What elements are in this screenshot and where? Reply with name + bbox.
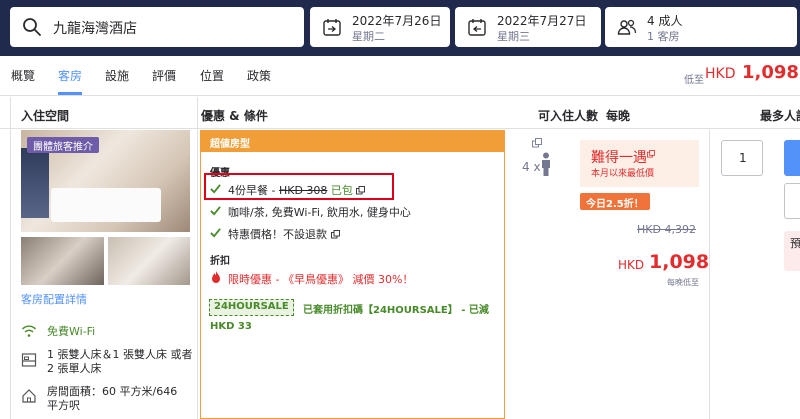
photo-window <box>21 148 49 218</box>
person-icon <box>542 152 550 176</box>
checkin-field[interactable]: 2022年7月26日 星期二 <box>310 7 450 47</box>
flame-icon <box>212 271 220 283</box>
header-price-value: 1,098 <box>742 62 799 83</box>
price-value: 1,098 <box>649 251 710 273</box>
calendar-checkin-icon <box>323 19 341 36</box>
header-price: 每晚 <box>606 109 631 123</box>
room-size-line2: 平方呎 <box>47 399 80 412</box>
nonrefundable-benefit: 特惠價格！不設退款 <box>228 226 340 242</box>
coupon-code-badge: 24HOURSALE <box>209 299 294 316</box>
copy-icon <box>532 138 542 148</box>
active-tab-indicator <box>58 92 82 95</box>
guests-count: 4 成人 <box>647 14 683 28</box>
wifi-icon <box>21 325 37 337</box>
per-night-label: 每晚低至 <box>667 278 699 287</box>
guests-field[interactable]: 4 成人 1 客房 <box>605 7 797 47</box>
room-details-link[interactable]: 客房配置詳情 <box>21 291 87 307</box>
bed-config-line1: 1 張雙人床＆1 張雙人床 或者 <box>47 348 193 361</box>
tab-reviews[interactable]: 評價 <box>152 67 176 84</box>
deal-header-label: 超値房型 <box>210 139 250 150</box>
room-quantity-value: 1 <box>739 151 747 165</box>
header-deal: 優惠 & 條件 <box>201 109 268 123</box>
tab-rooms[interactable]: 客房 <box>58 67 82 84</box>
header-price-currency: HKD <box>705 66 736 82</box>
bed-icon <box>21 353 37 367</box>
col-divider <box>709 130 710 419</box>
early-bird-promo: 限時優惠 - 《早鳥優惠》 減價 30%！ <box>228 273 414 286</box>
nonrefundable-label: 特惠價格！不設退款 <box>228 228 327 241</box>
header-room: 入住空間 <box>21 109 70 123</box>
room-table-header: 入住空間 優惠 & 條件 可入住人數 每晚 最多人記 <box>0 97 800 129</box>
amenities-benefit: 咖啡/茶, 免費Wi-Fi, 飲用水, 健身中心 <box>228 206 411 219</box>
destination-value: 九龍海灣酒店 <box>53 21 137 37</box>
room-photo-thumb[interactable] <box>21 237 104 285</box>
header-occupancy: 可入住人數 <box>538 109 599 123</box>
price-currency: HKD <box>618 258 645 272</box>
col-divider <box>197 97 198 419</box>
discount-title: 折扣 <box>210 256 230 267</box>
highlight-box <box>204 173 394 200</box>
header-max: 最多人記 <box>760 109 800 123</box>
room-quantity-select[interactable]: 1 <box>721 140 763 176</box>
guests-icon <box>617 19 637 35</box>
property-tabs: 概覽 客房 設施 評價 位置 政策 低至 HKD 1,098 <box>0 56 800 96</box>
tab-overview[interactable]: 概覽 <box>11 67 35 84</box>
secondary-button[interactable] <box>784 183 800 219</box>
group-recommend-badge: 團體旅客推介 <box>27 137 99 153</box>
rare-deal-title: 難得一遇 <box>591 150 647 166</box>
room-size-line1: 房間面積：60 平方米/646 <box>47 385 178 398</box>
destination-field[interactable]: 九龍海灣酒店 <box>10 7 304 47</box>
search-icon <box>23 18 41 36</box>
original-price: HKD 4,392 <box>637 223 696 236</box>
checkout-day: 星期三 <box>497 30 530 43</box>
room-size-icon <box>22 389 36 403</box>
coupon-applied-text: 已套用折扣碼【24HOURSALE】 - 已減 <box>303 305 489 316</box>
wifi-label: 免費Wi-Fi <box>47 325 96 338</box>
photo-bed <box>51 188 161 222</box>
checkin-day: 星期二 <box>352 30 385 43</box>
col-divider <box>10 97 11 419</box>
room-photo-thumb[interactable] <box>108 237 190 285</box>
check-icon <box>210 228 221 238</box>
rooms-count: 1 客房 <box>647 30 680 43</box>
calendar-checkout-icon <box>468 19 486 36</box>
discount-badge: 今日2.5折！ <box>580 193 650 210</box>
checkin-date: 2022年7月26日 <box>352 14 442 28</box>
deal-header: 超値房型 <box>200 130 505 152</box>
external-link-icon[interactable] <box>330 230 340 239</box>
occupancy-count: 4 x <box>522 160 541 174</box>
checkout-field[interactable]: 2022年7月27日 星期三 <box>455 7 601 47</box>
checkout-date: 2022年7月27日 <box>497 14 587 28</box>
rare-deal-subtitle: 本月以來最低價 <box>591 169 655 179</box>
check-icon <box>210 206 221 216</box>
external-link-icon[interactable] <box>647 150 655 158</box>
coupon-amount: HKD 33 <box>210 321 252 332</box>
tab-policies[interactable]: 政策 <box>247 67 271 84</box>
search-bar: 九龍海灣酒店 2022年7月26日 星期二 2022年7月27日 星期三 4 成… <box>0 0 800 56</box>
bed-config-line2: 2 張單人床 <box>47 362 102 375</box>
book-button[interactable] <box>784 140 800 176</box>
tab-facilities[interactable]: 設施 <box>105 67 129 84</box>
price-prefix: 低至 <box>684 75 704 86</box>
tab-location[interactable]: 位置 <box>200 67 224 84</box>
reserve-notice-char: 預 <box>790 237 800 250</box>
reserve-notice: 預 <box>784 231 800 271</box>
